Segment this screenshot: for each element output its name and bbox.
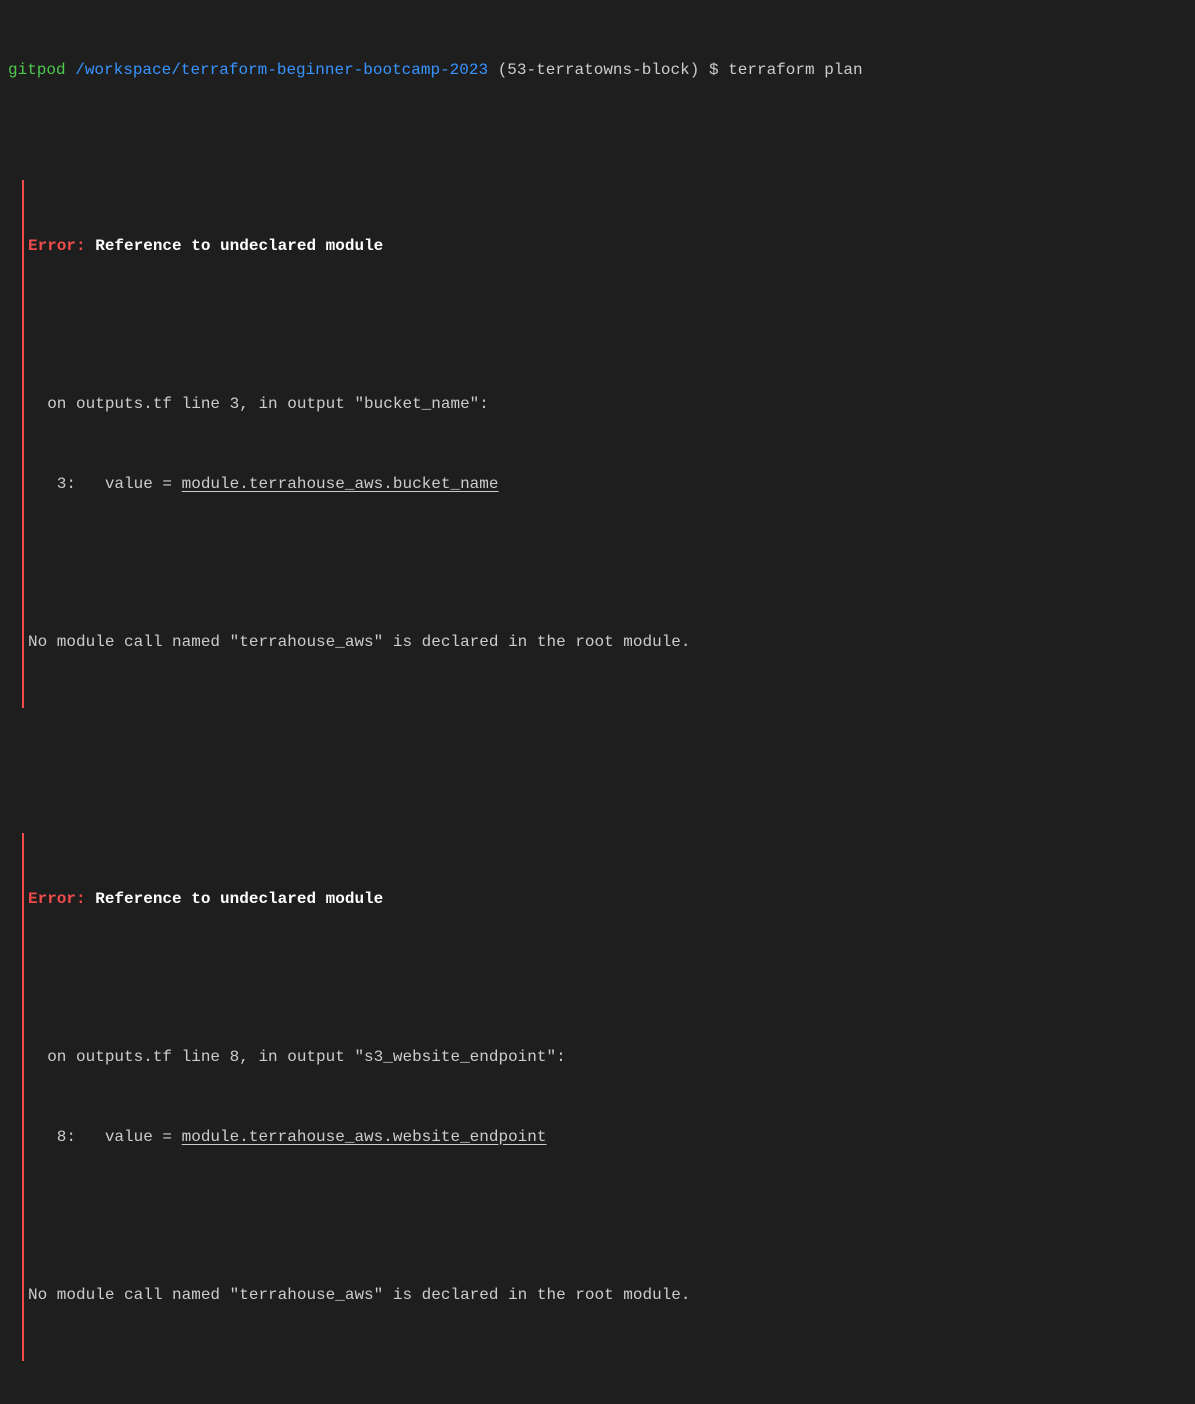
error-title: Reference to undeclared module [95, 890, 383, 908]
error-label: Error: [28, 237, 86, 255]
error-message: No module call named "terrahouse_aws" is… [28, 629, 1187, 655]
error-underlined-value: module.terrahouse_aws.website_endpoint [182, 1128, 547, 1146]
prompt-command: terraform plan [728, 61, 862, 79]
error-location: on outputs.tf line 8, in output "s3_webs… [28, 1044, 1187, 1070]
error-title: Reference to undeclared module [95, 237, 383, 255]
error-label: Error: [28, 890, 86, 908]
error-linenum: 8: value = [28, 1128, 182, 1146]
prompt-dollar: $ [709, 61, 719, 79]
prompt-user: gitpod [8, 61, 66, 79]
terminal-output[interactable]: gitpod /workspace/terraform-beginner-boo… [8, 4, 1187, 1404]
blank-line [28, 312, 1187, 338]
error-block: Error: Reference to undeclared module on… [22, 833, 1187, 1361]
blank-line [28, 1203, 1187, 1229]
error-message: No module call named "terrahouse_aws" is… [28, 1282, 1187, 1308]
blank-line [28, 550, 1187, 576]
error-underlined-value: module.terrahouse_aws.bucket_name [182, 475, 499, 493]
error-header: Error: Reference to undeclared module [28, 886, 1187, 912]
error-header: Error: Reference to undeclared module [28, 233, 1187, 259]
error-code-line: 3: value = module.terrahouse_aws.bucket_… [28, 471, 1187, 497]
prompt-line: gitpod /workspace/terraform-beginner-boo… [8, 57, 1187, 83]
error-block: Error: Reference to undeclared module on… [22, 180, 1187, 708]
blank-line [28, 965, 1187, 991]
error-code-line: 8: value = module.terrahouse_aws.website… [28, 1124, 1187, 1150]
prompt-branch: (53-terratowns-block) [498, 61, 700, 79]
error-linenum: 3: value = [28, 475, 182, 493]
prompt-path: /workspace/terraform-beginner-bootcamp-2… [75, 61, 488, 79]
error-location: on outputs.tf line 3, in output "bucket_… [28, 391, 1187, 417]
